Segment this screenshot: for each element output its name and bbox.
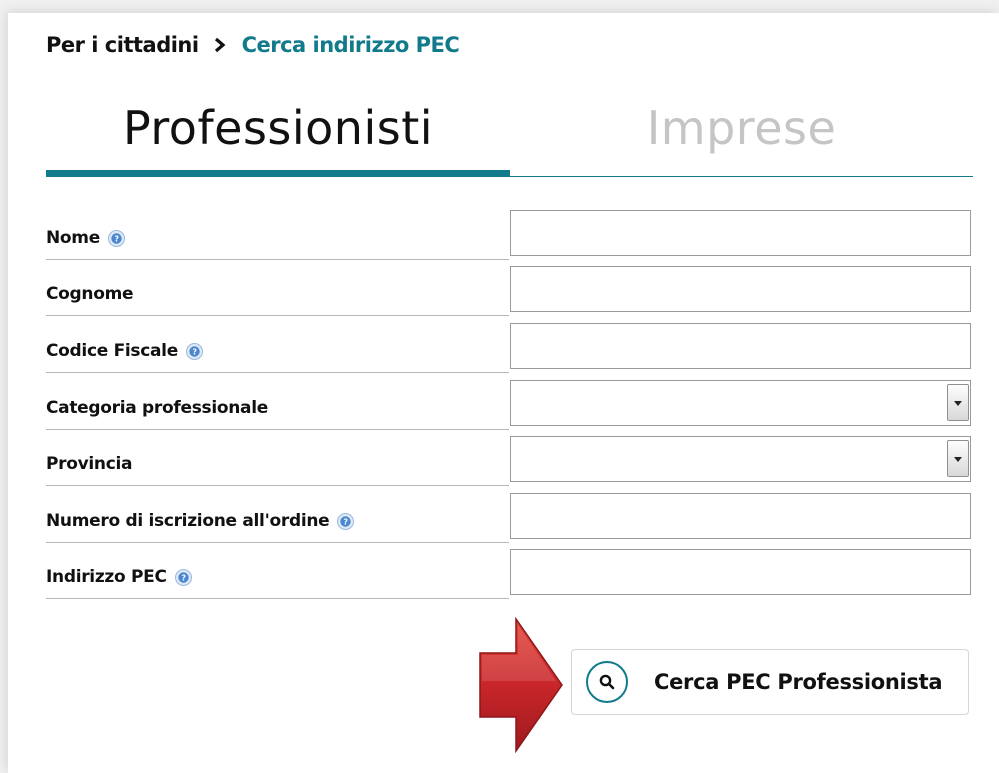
help-icon[interactable]: ?: [337, 512, 355, 530]
active-tab-indicator: [46, 170, 510, 177]
provincia-label: Provincia: [46, 454, 133, 474]
svg-text:?: ?: [114, 234, 119, 243]
row-divider: [46, 485, 509, 486]
codice-fiscale-label: Codice Fiscale ?: [46, 341, 203, 361]
cognome-input[interactable]: [510, 266, 971, 312]
form-row-codice-fiscale: Codice Fiscale ?: [46, 317, 973, 373]
help-icon[interactable]: ?: [174, 568, 192, 586]
cognome-label: Cognome: [46, 284, 134, 304]
categoria-label-text: Categoria professionale: [46, 398, 268, 418]
form-row-categoria: Categoria professionale: [46, 374, 973, 430]
cerca-pec-button-label: Cerca PEC Professionista: [654, 670, 943, 694]
help-icon[interactable]: ?: [107, 229, 125, 247]
cognome-label-text: Cognome: [46, 284, 134, 304]
red-arrow-icon: [479, 617, 563, 753]
codice-fiscale-label-text: Codice Fiscale: [46, 341, 178, 361]
svg-text:?: ?: [181, 573, 186, 582]
numero-iscrizione-label-text: Numero di iscrizione all'ordine: [46, 511, 330, 531]
nome-label: Nome ?: [46, 228, 125, 248]
breadcrumb: Per i cittadini Cerca indirizzo PEC: [46, 29, 460, 61]
provincia-select[interactable]: [510, 436, 971, 482]
cerca-pec-button[interactable]: Cerca PEC Professionista: [571, 649, 969, 715]
search-icon-circle: [586, 661, 628, 703]
provincia-select-box[interactable]: [510, 436, 971, 482]
search-icon: [599, 674, 615, 690]
row-divider: [46, 372, 509, 373]
form-row-numero-iscrizione: Numero di iscrizione all'ordine ?: [46, 487, 973, 543]
row-divider: [46, 315, 509, 316]
numero-iscrizione-input[interactable]: [510, 493, 971, 539]
form-row-indirizzo-pec: Indirizzo PEC ?: [46, 543, 973, 599]
categoria-select-box[interactable]: [510, 380, 971, 426]
dropdown-arrow-icon[interactable]: [947, 384, 969, 421]
tab-professionisti[interactable]: Professionisti: [46, 96, 510, 160]
codice-fiscale-input[interactable]: [510, 323, 971, 369]
numero-iscrizione-label: Numero di iscrizione all'ordine ?: [46, 511, 355, 531]
svg-text:?: ?: [344, 517, 349, 526]
form-row-nome: Nome ?: [46, 204, 973, 260]
form-row-cognome: Cognome: [46, 260, 973, 316]
help-icon[interactable]: ?: [185, 342, 203, 360]
indirizzo-pec-label: Indirizzo PEC ?: [46, 567, 192, 587]
chevron-right-icon: [214, 37, 226, 53]
nome-input[interactable]: [510, 210, 971, 256]
tab-underline: [510, 176, 973, 177]
tab-imprese[interactable]: Imprese: [510, 96, 973, 160]
breadcrumb-current: Cerca indirizzo PEC: [241, 33, 460, 57]
row-divider: [46, 598, 509, 599]
categoria-label: Categoria professionale: [46, 398, 268, 418]
indirizzo-pec-label-text: Indirizzo PEC: [46, 567, 167, 587]
svg-text:?: ?: [192, 347, 197, 356]
breadcrumb-root-link[interactable]: Per i cittadini: [46, 29, 199, 61]
form-row-provincia: Provincia: [46, 430, 973, 486]
categoria-select[interactable]: [510, 380, 971, 426]
provincia-label-text: Provincia: [46, 454, 133, 474]
dropdown-arrow-icon[interactable]: [947, 440, 969, 477]
indirizzo-pec-input[interactable]: [510, 549, 971, 595]
nome-label-text: Nome: [46, 228, 100, 248]
